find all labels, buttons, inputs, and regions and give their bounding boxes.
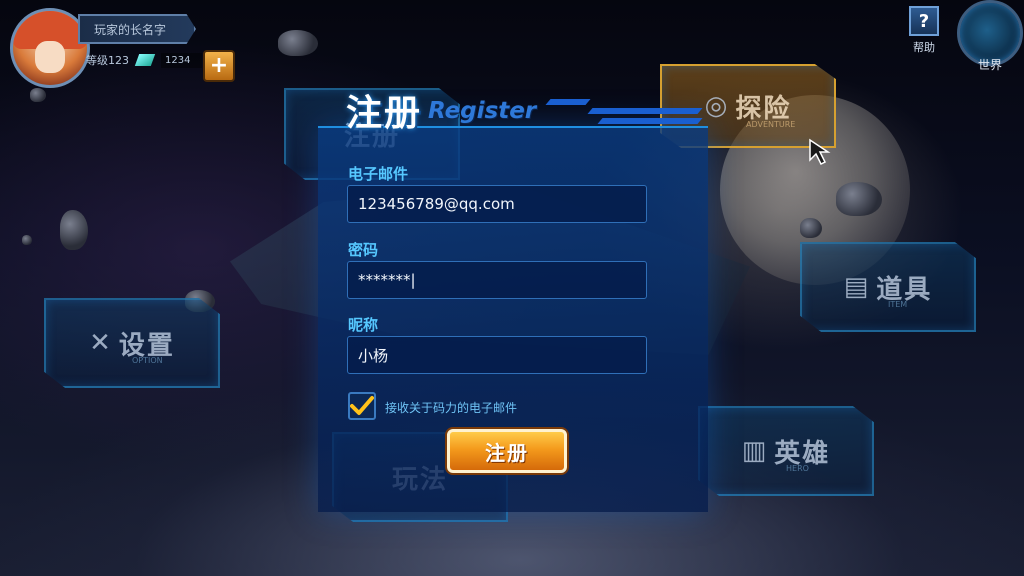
menu-button-hero[interactable]: ▥ 英雄 HERO <box>698 406 874 496</box>
title-stripe <box>587 108 703 114</box>
checkmark-icon <box>350 396 374 415</box>
wrench-icon: ✕ <box>89 328 111 358</box>
help-label: 帮助 <box>913 41 935 54</box>
asteroid <box>60 210 88 250</box>
asteroid <box>800 218 822 238</box>
asteroid <box>836 182 882 216</box>
menu-button-item[interactable]: ▤ 道具 ITEM <box>800 242 976 332</box>
add-gems-button[interactable]: + <box>203 50 235 82</box>
title-stripe <box>597 118 703 124</box>
world-label: 世界 <box>977 58 1002 72</box>
asteroid <box>30 88 46 102</box>
asteroid <box>278 30 318 56</box>
email-label: 电子邮件 <box>348 165 409 183</box>
player-name: 玩家的长名字 <box>94 22 167 37</box>
menu-sub-adventure: ADVENTURE <box>746 120 796 129</box>
menu-sub-hero: HERO <box>786 464 809 473</box>
newsletter-label: 接收关于码力的电子邮件 <box>385 401 518 415</box>
register-title: 注册 <box>346 93 423 134</box>
mouse-cursor-icon <box>809 138 831 166</box>
menu-sub-option: OPTION <box>132 356 163 365</box>
title-stripe <box>545 99 591 105</box>
target-icon: ◎ <box>704 91 728 121</box>
nickname-field[interactable] <box>347 336 647 374</box>
asteroid <box>22 235 32 245</box>
help-icon: ? <box>909 6 939 36</box>
email-field[interactable] <box>347 185 647 223</box>
helmet-icon: ▥ <box>741 436 767 466</box>
password-field[interactable] <box>347 261 647 299</box>
menu-sub-item: ITEM <box>888 300 908 309</box>
gem-icon <box>134 54 156 66</box>
menu-label-adventure: 探险 <box>735 93 792 124</box>
register-button[interactable]: 注册 <box>447 429 567 473</box>
help-button[interactable]: ? 帮助 <box>908 6 940 55</box>
player-name-bar: 玩家的长名字 <box>78 14 196 44</box>
newsletter-checkbox[interactable] <box>348 392 376 420</box>
password-label: 密码 <box>348 241 379 259</box>
menu-button-option[interactable]: ✕ 设置 OPTION <box>44 298 220 388</box>
register-title-en: Register <box>428 98 537 124</box>
nickname-label: 昵称 <box>348 316 379 334</box>
chest-icon: ▤ <box>843 272 869 302</box>
gem-count: 1234 <box>161 52 203 68</box>
player-level: 等级123 <box>86 54 129 67</box>
world-button[interactable]: 世界 <box>956 0 1024 72</box>
level-row: 等级123 1234 <box>86 52 203 68</box>
